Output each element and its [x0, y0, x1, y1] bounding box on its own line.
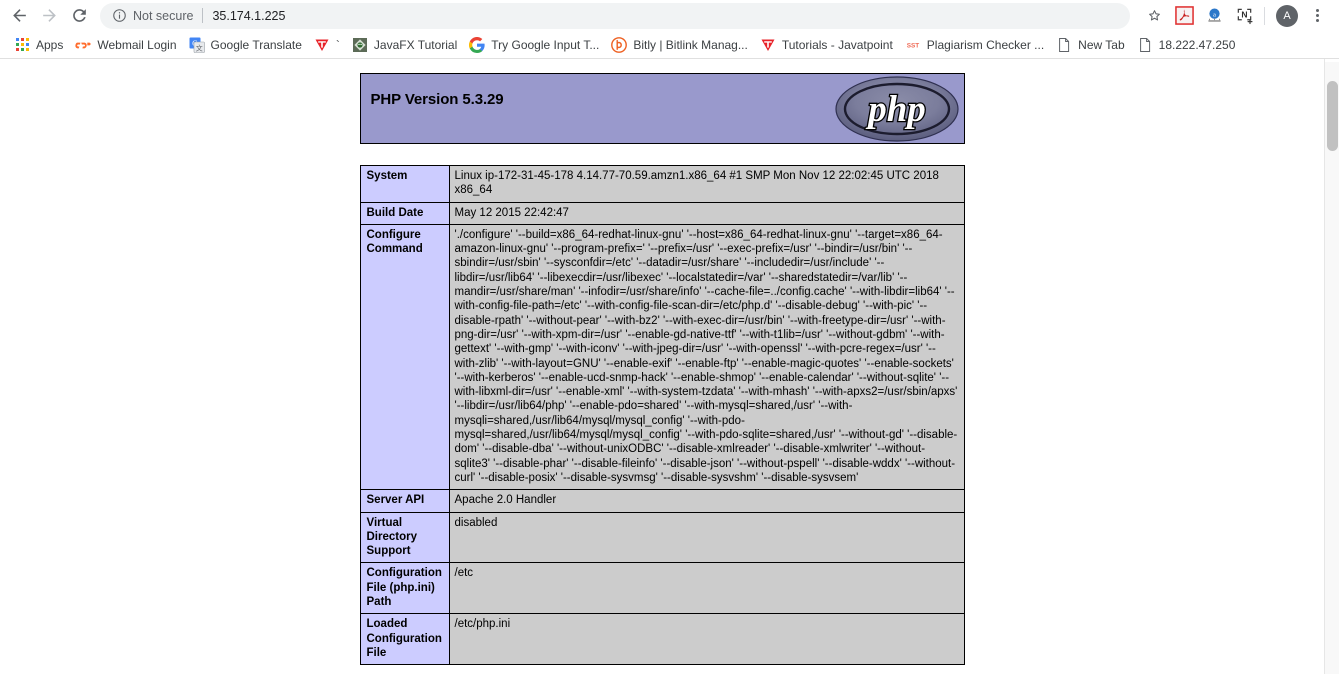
php-logo-text: php: [865, 89, 926, 130]
row-key: Configure Command: [359, 223, 450, 491]
phpinfo-table: System Linux ip-172-31-45-178 4.14.77-70…: [359, 165, 965, 666]
bookmark-label: Webmail Login: [97, 37, 177, 52]
javafx-icon: [352, 37, 368, 53]
php-version-title: PHP Version 5.3.29: [370, 91, 504, 108]
url-text[interactable]: 35.174.1.225: [212, 9, 285, 23]
scrollbar-thumb[interactable]: [1327, 81, 1338, 151]
google-translate-icon: G 文: [189, 37, 205, 53]
bookmark-tutorials-javatpoint[interactable]: Tutorials - Javatpoint: [754, 34, 899, 56]
row-value: Linux ip-172-31-45-178 4.14.77-70.59.amz…: [448, 165, 965, 203]
row-value: disabled: [448, 511, 965, 564]
bookmark-label: 18.222.47.250: [1158, 37, 1236, 52]
address-bar[interactable]: Not secure 35.174.1.225: [100, 2, 1130, 29]
security-status[interactable]: Not secure: [112, 8, 193, 23]
bitly-icon: [611, 36, 628, 53]
not-secure-label: Not secure: [133, 8, 194, 23]
bookmark-webmail-login[interactable]: Webmail Login: [69, 34, 182, 56]
back-button[interactable]: [4, 1, 34, 31]
page-icon: [1137, 37, 1153, 53]
bookmark-javatpoint-short[interactable]: `: [308, 34, 346, 56]
bookmark-label: New Tab: [1078, 37, 1125, 52]
page-content: PHP Version 5.3.29 php System Linux ip-1…: [0, 59, 1324, 674]
svg-text:SST: SST: [907, 42, 920, 49]
vertical-scrollbar[interactable]: [1324, 59, 1339, 674]
back-arrow-icon: [12, 9, 26, 22]
row-key: System: [359, 165, 450, 203]
row-key: Build Date: [359, 201, 450, 225]
evernote-webclipper-extension-icon: N: [1237, 8, 1253, 25]
table-row: Build Date May 12 2015 22:42:47: [359, 201, 965, 225]
bookmark-star-button[interactable]: [1140, 2, 1168, 30]
table-row: Server API Apache 2.0 Handler: [359, 489, 965, 513]
row-value: './configure' '--build=x86_64-redhat-lin…: [448, 223, 965, 491]
apps-grid-icon: [14, 37, 30, 53]
browser-chrome: Not secure 35.174.1.225 a N A Apps Webma…: [0, 0, 1339, 59]
bookmark-label: Plagiarism Checker ...: [926, 37, 1045, 52]
chrome-menu-button[interactable]: [1303, 2, 1331, 30]
toolbar-divider: [1264, 6, 1265, 25]
bookmark-plagiarism-checker[interactable]: SST Plagiarism Checker ...: [899, 34, 1050, 56]
phpinfo-header-banner: PHP Version 5.3.29 php: [359, 73, 965, 144]
table-row: Virtual Directory Support disabled: [359, 511, 965, 564]
bookmark-google-translate[interactable]: G 文 Google Translate: [183, 34, 308, 56]
row-value: May 12 2015 22:42:47: [448, 201, 965, 225]
bookmark-label: JavaFX Tutorial: [373, 37, 458, 52]
browser-toolbar: Not secure 35.174.1.225 a N A: [0, 0, 1339, 31]
bookmark-label: Bitly | Bitlink Manag...: [633, 37, 748, 52]
cpanel-icon: [75, 37, 91, 53]
table-row: Configuration File (php.ini) Path /etc: [359, 562, 965, 615]
google-g-icon: [469, 36, 485, 53]
forward-button[interactable]: [34, 1, 64, 31]
row-key: Loaded Configuration File: [359, 613, 450, 666]
reload-icon: [72, 9, 86, 22]
adobe-acrobat-extension-icon: [1174, 6, 1194, 25]
phpinfo-report: PHP Version 5.3.29 php System Linux ip-1…: [359, 73, 965, 666]
bookmark-bitly[interactable]: Bitly | Bitlink Manag...: [605, 34, 754, 56]
javatpoint-icon: [760, 37, 776, 53]
forward-arrow-icon: [42, 9, 56, 22]
bookmark-label: Apps: [36, 37, 64, 52]
php-logo-icon: php: [834, 76, 959, 142]
table-row: System Linux ip-172-31-45-178 4.14.77-70…: [359, 165, 965, 203]
row-key: Configuration File (php.ini) Path: [359, 562, 450, 615]
evernote-webclipper-extension-button[interactable]: N: [1230, 2, 1258, 30]
bookmark-label: Try Google Input T...: [491, 37, 600, 52]
adobe-acrobat-extension-button[interactable]: [1170, 2, 1198, 30]
table-row: Configure Command './configure' '--build…: [359, 223, 965, 491]
reload-button[interactable]: [64, 1, 94, 31]
profile-button[interactable]: A: [1273, 2, 1301, 30]
scrollbar-track-cap: [1325, 59, 1339, 62]
bookmark-javafx-tutorial[interactable]: JavaFX Tutorial: [346, 34, 463, 56]
bookmark-label: `: [335, 37, 340, 52]
svg-text:N: N: [1241, 10, 1247, 20]
row-value: /etc/php.ini: [448, 613, 965, 666]
grammarly-extension-icon: a: [1207, 8, 1221, 22]
bookmark-label: Tutorials - Javatpoint: [781, 37, 893, 52]
svg-text:文: 文: [195, 43, 202, 52]
bookmark-ip-address[interactable]: 18.222.47.250: [1131, 34, 1242, 56]
page-icon: [1056, 37, 1072, 53]
page-viewport: PHP Version 5.3.29 php System Linux ip-1…: [0, 59, 1339, 674]
bookmark-label: Google Translate: [210, 37, 302, 52]
row-value: /etc: [448, 562, 965, 615]
bookmark-google-input-tools[interactable]: Try Google Input T...: [463, 34, 605, 56]
svg-text:a: a: [1213, 12, 1216, 19]
grammarly-extension-button[interactable]: a: [1200, 2, 1228, 30]
three-dot-menu-icon: [1315, 9, 1319, 22]
bookmark-star-icon: [1148, 10, 1160, 21]
bookmarks-bar: Apps Webmail Login G 文: [0, 31, 1339, 59]
row-key: Virtual Directory Support: [359, 511, 450, 564]
row-value: Apache 2.0 Handler: [448, 489, 965, 513]
avatar: A: [1276, 4, 1298, 27]
table-row: Loaded Configuration File /etc/php.ini: [359, 613, 965, 666]
bookmark-apps[interactable]: Apps: [8, 34, 69, 56]
bookmark-new-tab[interactable]: New Tab: [1050, 34, 1130, 56]
row-key: Server API: [359, 489, 450, 513]
info-circle-icon: [113, 9, 126, 22]
javatpoint-icon: [314, 37, 330, 53]
smallseotools-icon: SST: [905, 37, 921, 53]
omnibox-divider: [202, 8, 204, 23]
phpinfo-table-body: System Linux ip-172-31-45-178 4.14.77-70…: [359, 165, 965, 666]
